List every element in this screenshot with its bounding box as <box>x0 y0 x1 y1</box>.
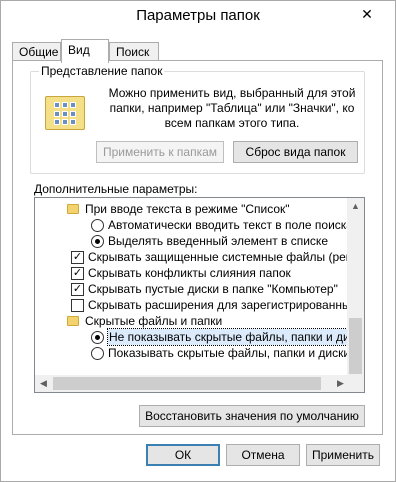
advanced-setting-label: Скрывать пустые диски в папке "Компьютер… <box>88 282 338 296</box>
advanced-setting-row[interactable]: Скрытые файлы и папки <box>35 313 349 329</box>
scroll-up-icon[interactable]: ▲ <box>347 198 364 215</box>
folder-views-group: Представление папок Можно применить вид,… <box>30 64 365 174</box>
apply-to-folders-button[interactable]: Применить к папкам <box>96 141 224 163</box>
advanced-setting-label: Не показывать скрытые файлы, папки и дис… <box>107 328 364 346</box>
advanced-setting-label: Скрытые файлы и папки <box>85 314 223 328</box>
advanced-setting-row[interactable]: Выделять введенный элемент в списке <box>35 233 349 249</box>
advanced-setting-label: Автоматически вводить текст в поле поиск… <box>108 218 353 232</box>
folder-icon <box>67 316 79 326</box>
folder-view-icon <box>45 96 85 130</box>
vertical-scroll-thumb[interactable] <box>349 318 362 374</box>
checkbox-checked[interactable]: ✓ <box>71 283 84 296</box>
advanced-setting-label: Показывать скрытые файлы, папки и диски <box>108 346 351 360</box>
advanced-setting-label: Выделять введенный элемент в списке <box>108 234 328 248</box>
folder-views-description: Можно применить вид, выбранный для этой … <box>108 86 356 130</box>
checkbox-unchecked[interactable] <box>71 299 84 312</box>
scroll-left-icon[interactable]: ◀ <box>35 375 52 392</box>
radio-unselected[interactable] <box>91 347 104 360</box>
advanced-setting-label: Скрывать защищенные системные файлы (рек… <box>88 250 365 264</box>
radio-unselected[interactable] <box>91 219 104 232</box>
advanced-settings-label: Дополнительные параметры: <box>34 182 198 196</box>
cancel-button[interactable]: Отмена <box>226 444 300 466</box>
apply-button[interactable]: Применить <box>306 444 380 466</box>
close-button[interactable]: ✕ <box>347 3 387 25</box>
advanced-setting-row[interactable]: При вводе текста в режиме "Список" <box>35 201 349 217</box>
checkbox-checked[interactable]: ✓ <box>71 251 84 264</box>
radio-selected[interactable] <box>91 235 104 248</box>
horizontal-scrollbar[interactable]: ◀ ▶ <box>35 375 349 392</box>
view-tab-panel: Представление папок Можно применить вид,… <box>12 60 383 435</box>
restore-defaults-button[interactable]: Восстановить значения по умолчанию <box>139 405 365 427</box>
tab-general[interactable]: Общие <box>12 42 61 62</box>
advanced-setting-label: Скрывать расширения для зарегистрированн… <box>88 298 365 312</box>
tab-search[interactable]: Поиск <box>109 42 159 62</box>
ok-button[interactable]: ОК <box>146 444 220 466</box>
advanced-setting-row[interactable]: Показывать скрытые файлы, папки и диски <box>35 345 351 361</box>
advanced-setting-row[interactable]: ✓ Скрывать конфликты слияния папок <box>35 265 349 281</box>
folder-options-dialog: Параметры папок ✕ Общие Вид Поиск Предст… <box>0 0 396 482</box>
scroll-corner <box>347 375 364 392</box>
horizontal-scroll-thumb[interactable] <box>53 377 321 390</box>
folder-icon <box>67 204 79 214</box>
folder-views-legend: Представление папок <box>39 64 165 78</box>
title-bar[interactable]: Параметры папок ✕ <box>1 1 395 32</box>
window-title: Параметры папок <box>136 7 260 24</box>
close-icon: ✕ <box>361 5 373 22</box>
vertical-scrollbar[interactable]: ▲ ▼ <box>347 198 364 392</box>
advanced-setting-row[interactable]: Скрывать расширения для зарегистрированн… <box>35 297 364 313</box>
reset-folders-button[interactable]: Сброс вида папок <box>233 141 358 163</box>
advanced-setting-label: Скрывать конфликты слияния папок <box>88 266 291 280</box>
advanced-setting-row[interactable]: Автоматически вводить текст в поле поиск… <box>35 217 353 233</box>
radio-selected[interactable] <box>91 331 104 344</box>
advanced-setting-row[interactable]: ✓ Скрывать пустые диски в папке "Компьюте… <box>35 281 349 297</box>
checkbox-checked[interactable]: ✓ <box>71 267 84 280</box>
advanced-settings-list[interactable]: При вводе текста в режиме "Список" Автома… <box>34 197 365 393</box>
tab-view[interactable]: Вид <box>61 39 109 63</box>
advanced-settings-rows: При вводе текста в режиме "Список" Автома… <box>35 201 364 361</box>
advanced-setting-row[interactable]: ✓ Скрывать защищенные системные файлы (ре… <box>35 249 364 265</box>
advanced-setting-label: При вводе текста в режиме "Список" <box>85 202 290 216</box>
advanced-setting-row[interactable]: Не показывать скрытые файлы, папки и дис… <box>35 328 364 346</box>
